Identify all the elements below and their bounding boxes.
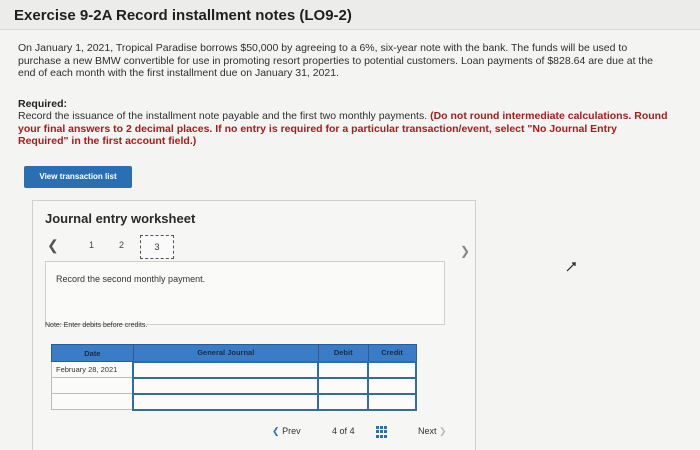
grid-icon[interactable]	[376, 426, 388, 438]
journal-entry-worksheet: Journal entry worksheet ❮ 1 2 3 Record t…	[32, 200, 476, 450]
required-text: Record the issuance of the installment n…	[18, 110, 668, 148]
debit-input[interactable]	[317, 360, 370, 379]
date-cell	[51, 377, 134, 394]
step-1[interactable]: 1	[89, 240, 94, 250]
view-transaction-list-button[interactable]: View transaction list	[24, 166, 132, 188]
journal-table: Date General Journal Debit Credit Februa…	[51, 344, 417, 411]
step-3-active[interactable]: 3	[140, 235, 174, 259]
chevron-left-icon[interactable]: ❮	[47, 237, 59, 254]
worksheet-title: Journal entry worksheet	[45, 211, 196, 226]
prev-label: Prev	[282, 426, 301, 436]
note-text: Note: Enter debits before credits.	[45, 322, 148, 329]
step-2[interactable]: 2	[119, 240, 124, 250]
debit-input[interactable]	[317, 376, 370, 395]
table-row	[51, 376, 417, 395]
next-label: Next	[418, 426, 437, 436]
table-row: February 28, 2021	[51, 360, 417, 379]
credit-input[interactable]	[367, 376, 417, 395]
chevron-right-icon[interactable]: ❯	[460, 244, 470, 258]
account-input[interactable]	[132, 376, 320, 395]
instruction-box: Record the second monthly payment.	[45, 261, 445, 325]
chevron-left-icon: ❮	[272, 426, 280, 436]
next-button[interactable]: Next ❯	[418, 426, 447, 437]
table-row	[51, 392, 417, 411]
chevron-right-icon: ❯	[439, 426, 447, 436]
current-page: 4	[332, 426, 338, 436]
problem-text: On January 1, 2021, Tropical Paradise bo…	[18, 42, 654, 79]
prev-button[interactable]: ❮ Prev	[272, 426, 301, 437]
required-heading: Required:	[18, 98, 68, 110]
header-date: Date	[51, 344, 134, 362]
total-pages: 4	[349, 426, 355, 436]
pager: ❮ Prev 4 of 4 Next ❯	[272, 426, 472, 440]
credit-input[interactable]	[367, 360, 417, 379]
header-general-journal: General Journal	[132, 344, 319, 362]
mouse-pointer-icon	[566, 262, 576, 272]
date-cell: February 28, 2021	[51, 361, 134, 378]
worksheet-step-nav: ❮ 1 2 3	[45, 235, 465, 259]
page-title: Exercise 9-2A Record installment notes (…	[14, 7, 352, 24]
account-input[interactable]	[132, 360, 320, 379]
page-indicator: 4 of 4	[332, 426, 355, 436]
required-instruction: Record the issuance of the installment n…	[18, 110, 428, 122]
debit-input[interactable]	[317, 392, 370, 411]
instruction-text: Record the second monthly payment.	[56, 274, 206, 284]
header-debit: Debit	[317, 344, 369, 362]
header-credit: Credit	[367, 344, 417, 362]
date-cell	[51, 393, 134, 410]
account-input[interactable]	[132, 392, 320, 411]
credit-input[interactable]	[367, 392, 417, 411]
page-of-label: of	[339, 426, 348, 436]
